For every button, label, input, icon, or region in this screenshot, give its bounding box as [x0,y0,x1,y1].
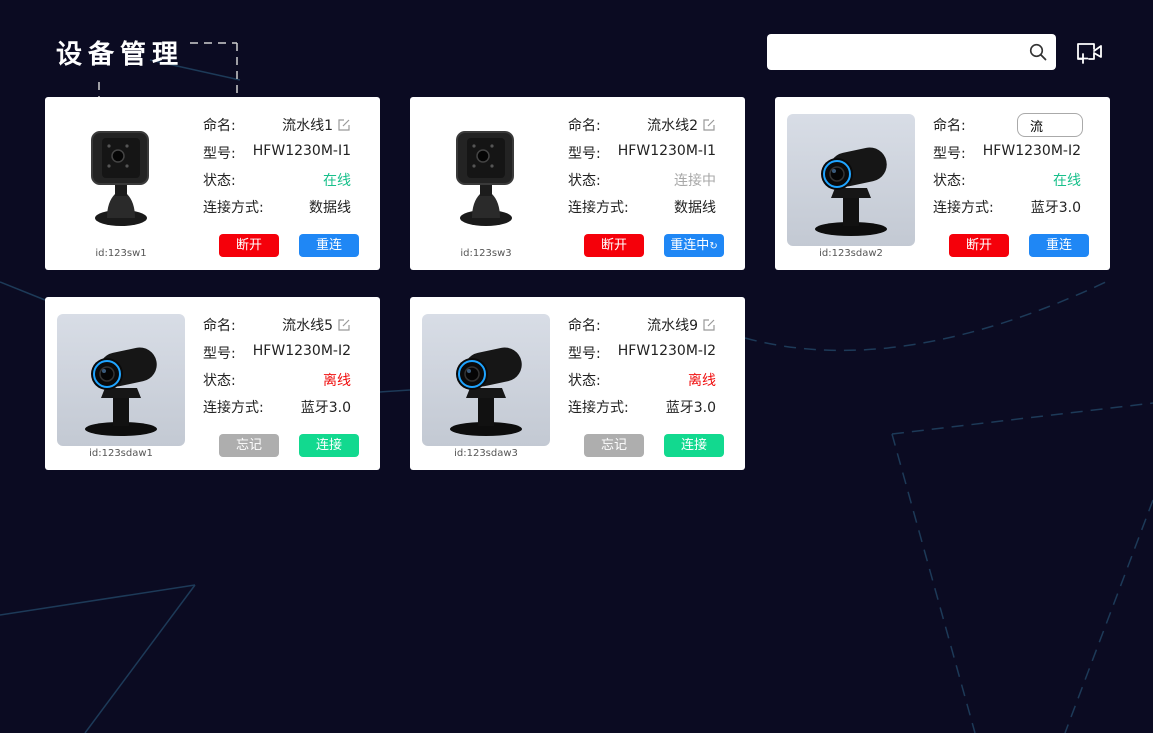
primary-action-button[interactable]: 断开 [219,234,279,257]
device-status: 在线 [323,173,351,189]
device-connection: 蓝牙3.0 [300,400,351,416]
device-card: id:123sw3 命名: 流水线2 型号: HFW1230M-I1 状态: 连… [410,97,745,270]
status-label: 状态: [568,173,601,189]
device-name: 流水线1 [282,115,351,135]
status-label: 状态: [203,373,236,389]
primary-action-button[interactable]: 忘记 [584,434,644,457]
camera-photo [57,114,185,246]
secondary-action-button[interactable]: 重连 [299,234,359,257]
secondary-action-button[interactable]: 重连 [1029,234,1089,257]
device-card: id:123sdaw3 命名: 流水线9 型号: HFW1230M-I2 状态:… [410,297,745,470]
device-image [57,114,185,246]
connection-label: 连接方式: [568,400,629,416]
device-id: id:123sdaw2 [819,248,883,259]
device-model: HFW1230M-I2 [252,343,351,359]
connection-label: 连接方式: [933,200,994,216]
add-camera-icon[interactable] [1075,39,1103,65]
device-model: HFW1230M-I2 [617,343,716,359]
name-label: 命名: [203,118,236,134]
device-name-text: 流水线9 [647,318,698,334]
device-card: id:123sdaw2 命名: 型号: HFW1230M-I2 状态: 在线 连… [775,97,1110,270]
name-label: 命名: [203,318,236,334]
device-model: HFW1230M-I1 [252,143,351,159]
device-status: 离线 [688,373,716,389]
page-title: 设备管理 [56,40,185,70]
camera-photo [57,314,185,446]
primary-action-button[interactable]: 忘记 [219,434,279,457]
edit-icon[interactable] [337,118,351,132]
edit-icon[interactable] [702,118,716,132]
device-image [422,114,550,246]
edit-icon[interactable] [337,318,351,332]
name-edit-input[interactable] [1017,113,1083,137]
device-name-text: 流水线2 [647,118,698,134]
device-connection: 蓝牙3.0 [665,400,716,416]
device-connection: 数据线 [309,200,351,216]
refresh-icon: ↻ [709,241,718,252]
secondary-action-button[interactable]: 连接 [664,434,724,457]
status-label: 状态: [933,173,966,189]
name-label: 命名: [933,118,966,134]
device-name: 流水线5 [282,315,351,335]
status-label: 状态: [568,373,601,389]
device-name-text: 流水线1 [282,118,333,134]
device-status: 连接中 [674,173,716,189]
device-connection: 蓝牙3.0 [1030,200,1081,216]
edit-icon[interactable] [702,318,716,332]
device-name: 流水线9 [647,315,716,335]
secondary-action-button[interactable]: 连接 [299,434,359,457]
name-label: 命名: [568,318,601,334]
secondary-action-button[interactable]: 重连中↻ [664,234,724,257]
search-input[interactable] [767,34,1007,70]
device-image [57,314,185,446]
device-id: id:123sdaw3 [454,448,518,459]
device-id: id:123sdaw1 [89,448,153,459]
model-label: 型号: [568,146,601,162]
device-connection: 数据线 [674,200,716,216]
device-card: id:123sdaw1 命名: 流水线5 型号: HFW1230M-I2 状态:… [45,297,380,470]
search-box[interactable] [767,34,1056,70]
device-id: id:123sw1 [95,248,147,259]
model-label: 型号: [933,146,966,162]
device-image [422,314,550,446]
camera-photo [422,114,550,246]
connection-label: 连接方式: [203,400,264,416]
status-label: 状态: [203,173,236,189]
device-status: 离线 [323,373,351,389]
model-label: 型号: [203,346,236,362]
primary-action-button[interactable]: 断开 [949,234,1009,257]
connection-label: 连接方式: [568,200,629,216]
name-label: 命名: [568,118,601,134]
primary-action-button[interactable]: 断开 [584,234,644,257]
device-status: 在线 [1053,173,1081,189]
camera-photo [422,314,550,446]
connection-label: 连接方式: [203,200,264,216]
model-label: 型号: [568,346,601,362]
device-id: id:123sw3 [460,248,512,259]
device-model: HFW1230M-I1 [617,143,716,159]
camera-photo [787,114,915,246]
model-label: 型号: [203,146,236,162]
device-name-text: 流水线5 [282,318,333,334]
device-name: 流水线2 [647,115,716,135]
device-model: HFW1230M-I2 [982,143,1081,159]
search-icon[interactable] [1029,43,1047,61]
device-card: id:123sw1 命名: 流水线1 型号: HFW1230M-I1 状态: 在… [45,97,380,270]
device-image [787,114,915,246]
